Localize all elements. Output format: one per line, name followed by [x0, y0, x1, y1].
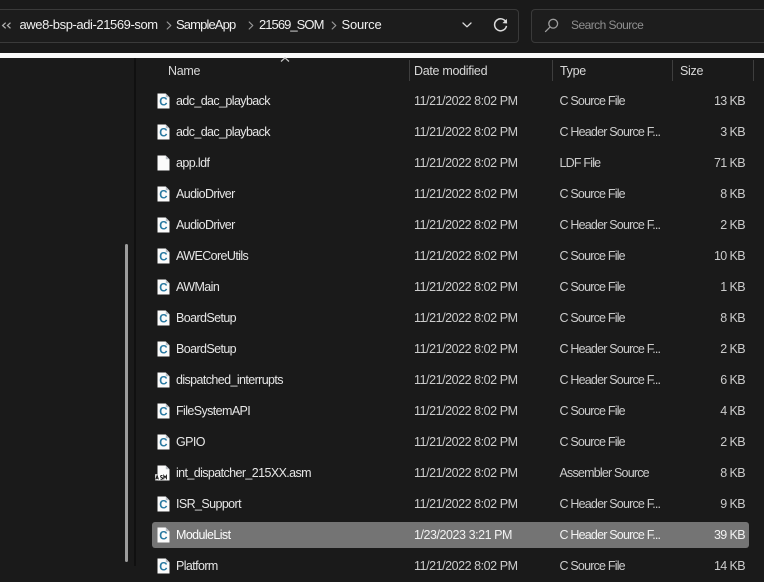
- svg-text:C: C: [159, 313, 167, 325]
- svg-text:C: C: [159, 375, 167, 387]
- svg-text:C: C: [159, 282, 167, 294]
- svg-text:C: C: [159, 220, 167, 232]
- svg-text:C: C: [159, 437, 167, 449]
- svg-text:C: C: [159, 127, 167, 139]
- svg-text:C: C: [159, 406, 167, 418]
- svg-text:C: C: [159, 344, 167, 356]
- svg-text:C: C: [159, 189, 167, 201]
- svg-text:C: C: [159, 499, 167, 511]
- svg-text:C: C: [159, 561, 167, 573]
- svg-text:C: C: [159, 251, 167, 263]
- svg-text:C: C: [159, 530, 167, 542]
- svg-text:C: C: [159, 96, 167, 108]
